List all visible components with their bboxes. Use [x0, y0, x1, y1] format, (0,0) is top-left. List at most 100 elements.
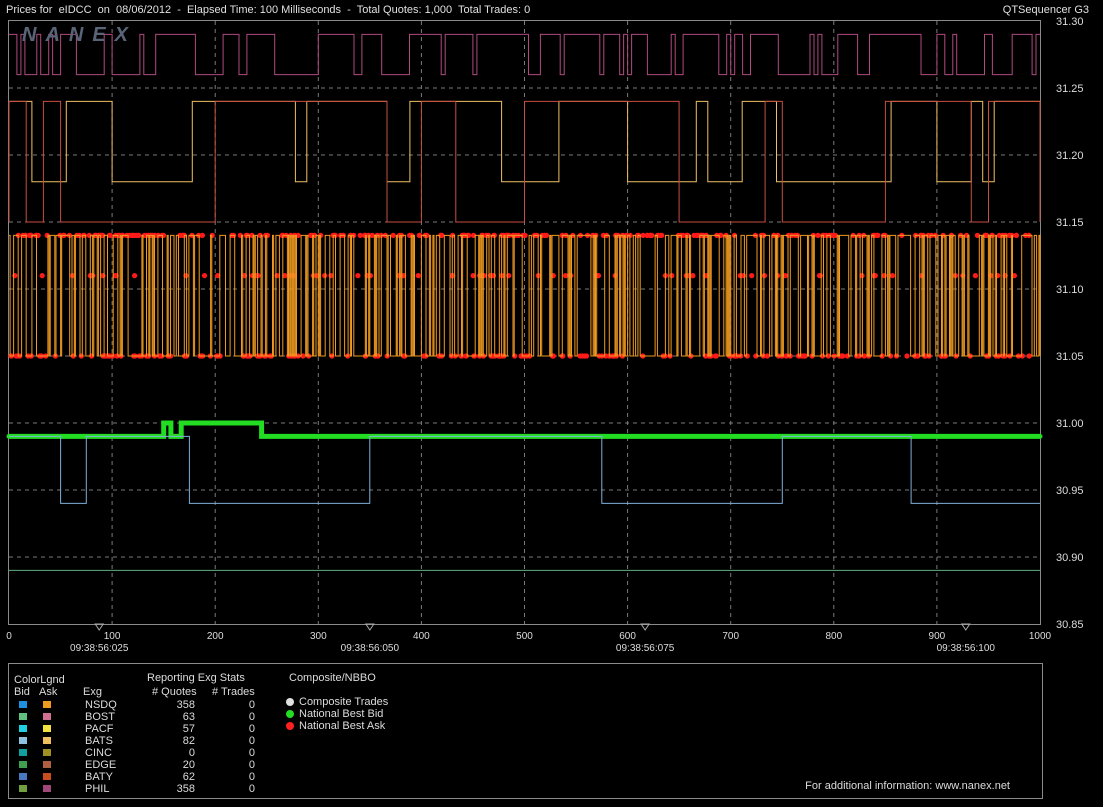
color-legend-title: ColorLgnd — [14, 674, 65, 686]
exg-name: BOST — [85, 711, 115, 723]
ask-point — [390, 232, 396, 238]
ask-swatch — [43, 773, 51, 780]
ask-point — [691, 232, 697, 238]
time-label: 09:38:56:050 — [341, 643, 400, 654]
ask-point — [995, 273, 1001, 279]
composite-label: National Best Bid — [299, 708, 384, 720]
exg-name: BATY — [85, 771, 113, 783]
time-label: 09:38:56:075 — [616, 643, 675, 654]
trade-count: 0 — [248, 711, 255, 723]
ask-point — [881, 273, 887, 279]
ask-point — [12, 273, 18, 279]
composite-dot — [286, 722, 294, 730]
y-tick-label: 31.05 — [1056, 351, 1084, 363]
ask-point — [582, 353, 588, 359]
trade-count: 0 — [248, 735, 255, 747]
y-tick-label: 30.85 — [1056, 619, 1084, 631]
exg-name: BATS — [85, 735, 113, 747]
x-tick-label: 400 — [413, 631, 430, 642]
nanex-logo: NANEX — [22, 24, 138, 46]
exg-name: EDGE — [85, 759, 117, 771]
ask-point — [136, 232, 142, 238]
bid-swatch — [19, 725, 27, 732]
trade-count: 0 — [248, 783, 255, 795]
x-tick-label: 800 — [825, 631, 842, 642]
ask-swatch — [43, 737, 51, 744]
bid-swatch — [19, 737, 27, 744]
x-tick-label: 600 — [619, 631, 636, 642]
ask-point — [817, 273, 823, 279]
y-tick-label: 31.25 — [1056, 83, 1084, 95]
ask-header: Ask — [39, 686, 58, 698]
legend-panel: ColorLgnd Bid Ask Reporting Exg Stats Ex… — [8, 663, 1043, 799]
y-tick-label: 31.10 — [1056, 284, 1084, 296]
ask-point — [644, 232, 650, 238]
ask-swatch — [43, 761, 51, 768]
ask-point — [815, 232, 821, 238]
ask-point — [355, 273, 361, 279]
exg-name: CINC — [85, 747, 112, 759]
footer-note: For additional information: www.nanex.ne… — [805, 780, 1010, 792]
y-tick-label: 30.95 — [1056, 485, 1084, 497]
quote-count: 0 — [188, 747, 195, 759]
x-tick-label: 200 — [207, 631, 224, 642]
quote-count: 62 — [182, 771, 195, 783]
quote-count: 358 — [176, 699, 195, 711]
trade-count: 0 — [248, 747, 255, 759]
exg-header: Exg — [83, 686, 102, 698]
ask-point — [1013, 232, 1019, 238]
ask-point — [749, 273, 755, 279]
ask-point — [713, 353, 719, 359]
time-label: 09:38:56:025 — [70, 643, 129, 654]
exg-name: PHIL — [85, 783, 110, 795]
ask-point — [669, 273, 675, 279]
composite-label: Composite Trades — [299, 696, 389, 708]
y-tick-label: 31.20 — [1056, 150, 1084, 162]
ask-point — [562, 273, 569, 279]
x-tick-label: 300 — [310, 631, 327, 642]
bid-swatch — [19, 785, 27, 792]
time-label: 09:38:56:100 — [937, 643, 996, 654]
ask-point — [415, 273, 421, 279]
y-tick-label: 31.00 — [1056, 418, 1084, 430]
y-tick-label: 30.90 — [1056, 552, 1084, 564]
ask-point — [522, 232, 528, 238]
quote-count: 82 — [182, 735, 195, 747]
quote-count: 358 — [176, 783, 195, 795]
quotes-header: # Quotes — [152, 686, 197, 698]
x-tick-label: 500 — [516, 631, 533, 642]
ask-point — [1026, 353, 1032, 359]
composite-dot — [286, 710, 294, 718]
ask-swatch — [43, 785, 51, 792]
bid-swatch — [19, 701, 27, 708]
ask-point — [130, 232, 136, 238]
composite-title: Composite/NBBO — [289, 672, 376, 684]
ask-point — [889, 273, 896, 279]
quote-count: 63 — [182, 711, 195, 723]
trade-count: 0 — [248, 759, 255, 771]
ask-swatch — [43, 701, 51, 708]
stats-title: Reporting Exg Stats — [147, 672, 245, 684]
x-tick-label: 900 — [929, 631, 946, 642]
exg-name: PACF — [85, 723, 114, 735]
composite-label: National Best Ask — [299, 720, 386, 732]
bid-swatch — [19, 773, 27, 780]
trade-count: 0 — [248, 699, 255, 711]
y-tick-label: 31.15 — [1056, 217, 1084, 229]
ask-swatch — [43, 749, 51, 756]
bid-swatch — [19, 749, 27, 756]
ask-point — [875, 232, 881, 238]
ask-point — [39, 273, 45, 279]
ask-point — [737, 273, 743, 279]
ask-point — [839, 353, 846, 359]
ask-point — [761, 273, 768, 279]
ask-point — [972, 273, 979, 279]
ask-point — [357, 232, 363, 238]
ask-point — [904, 353, 910, 359]
quote-count: 20 — [182, 759, 195, 771]
ask-point — [577, 353, 583, 359]
trades-header: # Trades — [212, 686, 255, 698]
ask-point — [132, 273, 138, 279]
ask-swatch — [43, 725, 51, 732]
x-tick-label: 700 — [722, 631, 739, 642]
